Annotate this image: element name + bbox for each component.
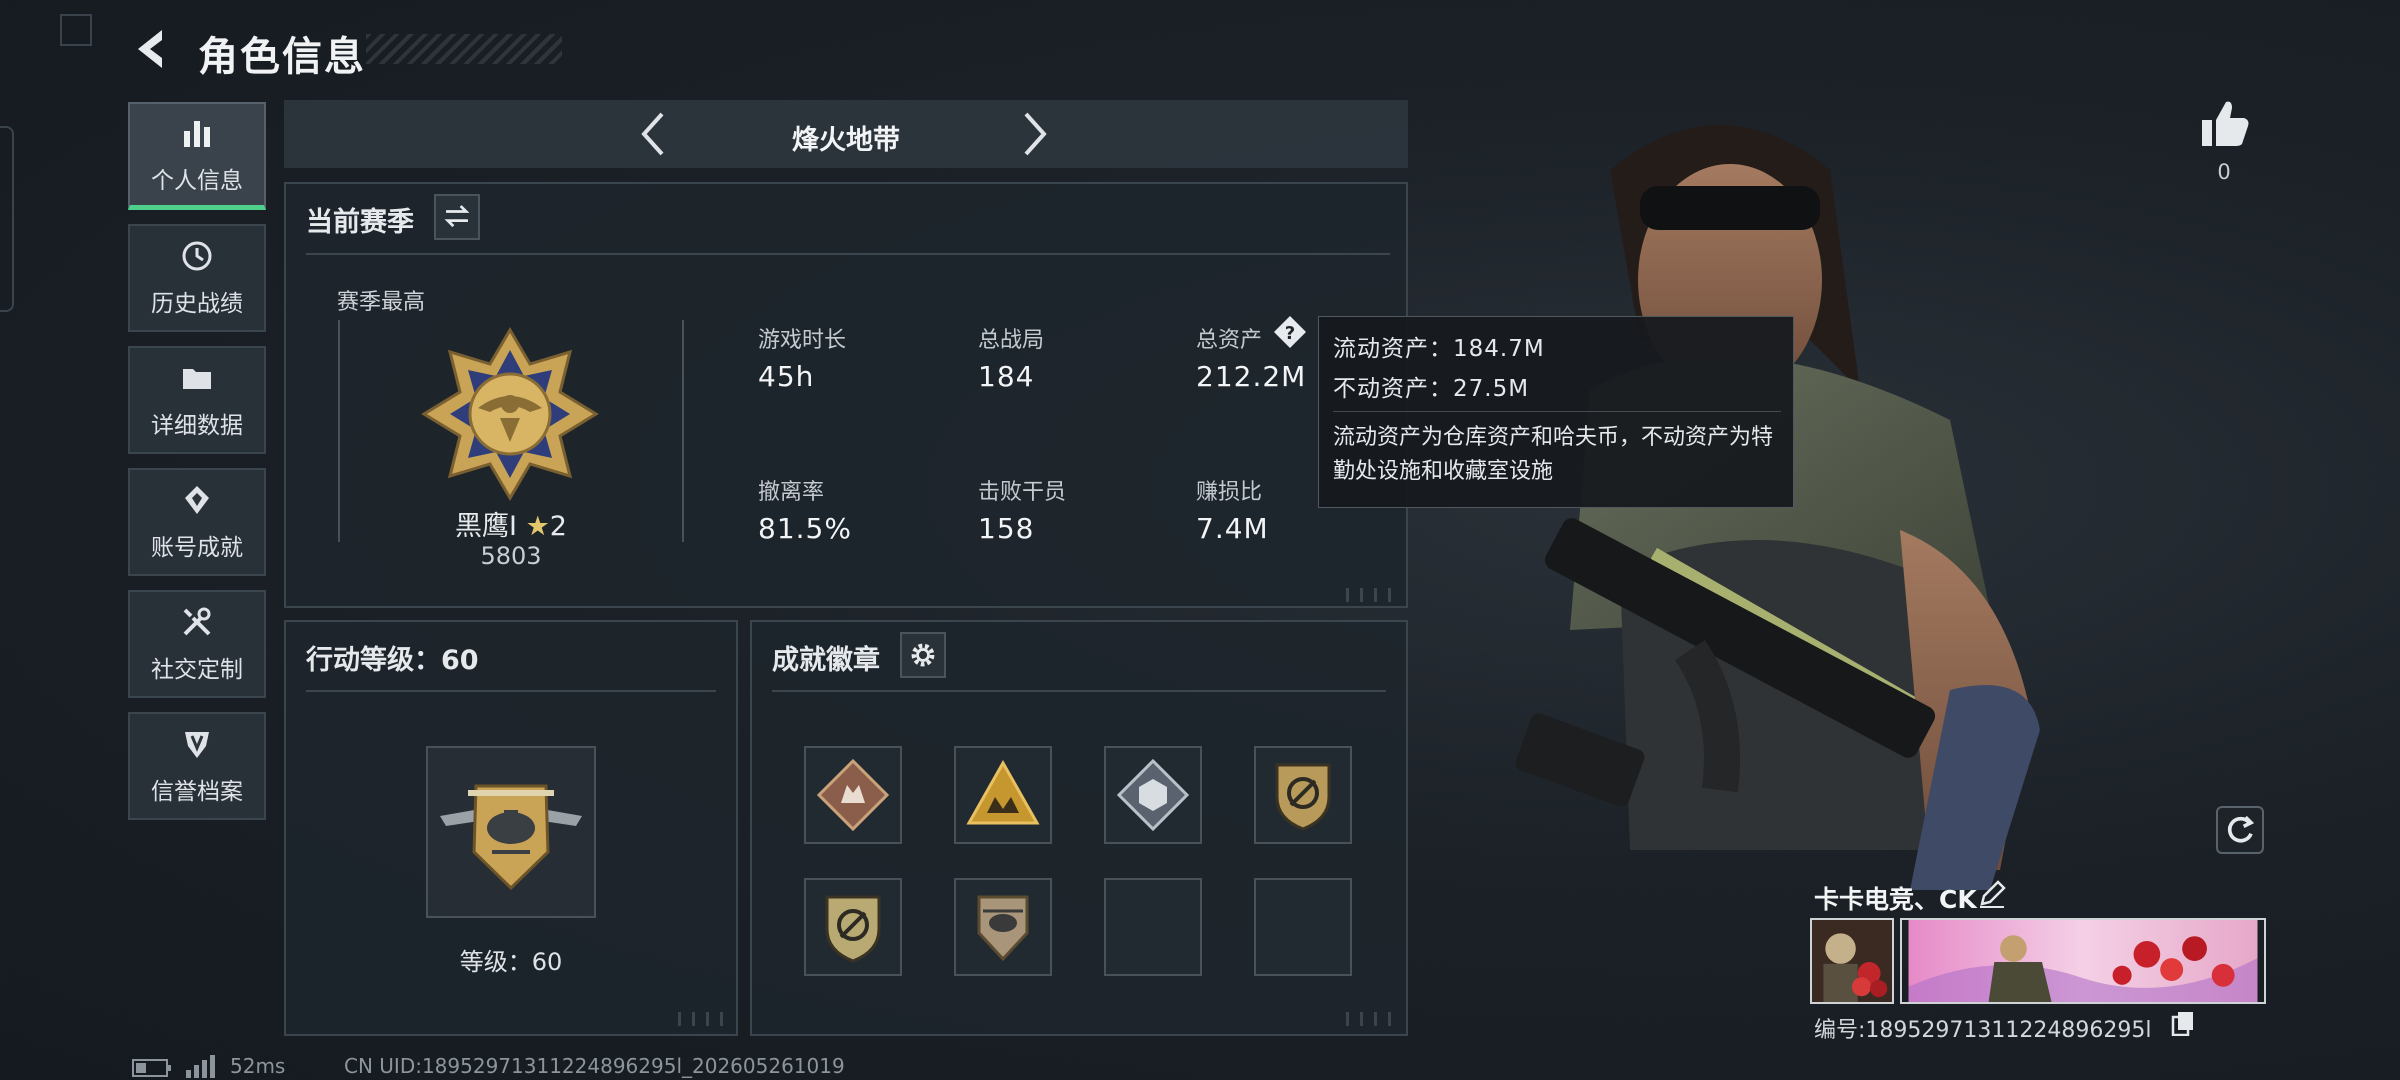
stat-value-total-assets: 212.2M [1196,360,1307,393]
next-mode-button[interactable] [1008,108,1058,160]
back-arrow-icon [138,30,162,68]
stat-label-profit-ratio: 赚损比 [1196,480,1263,505]
rank-name-row: 黑鹰I ★2 [338,504,684,543]
sidebar-item-label: 信誉档案 [151,779,243,805]
shield-slash-badge-icon [825,895,881,963]
sidebar-item-label: 历史战绩 [151,291,243,317]
stat-label-extract-rate: 撤离率 [758,480,825,505]
uid-text: CN UID:18952971311224896295l_20260526101… [344,1054,845,1078]
sidebar-item-achievements[interactable]: 账号成就 [128,468,266,576]
season-title: 当前赛季 [306,207,414,238]
sidebar-item-history[interactable]: 历史战绩 [128,224,266,332]
achievement-settings-button[interactable] [900,632,946,678]
tooltip-description: 流动资产为仓库资产和哈夫币，不动资产为特勤处设施和收藏室设施 [1333,425,1774,484]
refresh-button[interactable] [2216,806,2264,854]
back-button[interactable] [128,24,178,74]
assets-tooltip: 流动资产：184.7M 不动资产：27.5M 流动资产为仓库资产和哈夫币，不动资… [1318,316,1794,508]
mode-name: 烽火地带 [792,125,900,156]
shield-slash-badge-icon [1275,763,1331,831]
tooltip-liquid-assets: 流动资产：184.7M [1333,336,1545,362]
sidebar-item-label: 社交定制 [151,657,243,683]
stat-label-total-matches: 总战局 [978,328,1045,353]
sidebar-item-social-custom[interactable]: 社交定制 [128,590,266,698]
achievement-slot[interactable] [954,746,1052,844]
like-button[interactable] [2196,96,2252,152]
medal-icon [185,486,209,514]
sidebar-item-label: 详细数据 [151,413,243,439]
achievement-slot-empty[interactable] [1254,878,1352,976]
profile-banner[interactable] [1900,918,2266,1004]
bar-chart-icon [184,120,210,147]
sidebar-item-reputation[interactable]: 信誉档案 [128,712,266,820]
rank-name: 黑鹰I [455,511,517,542]
achievement-slot[interactable] [1254,746,1352,844]
stat-value-extract-rate: 81.5% [758,512,852,545]
player-name: 卡卡电竞、CK [1814,885,1977,914]
player-id: 编号:18952971311224896295l [1814,1018,2152,1043]
corner-decoration [678,1012,730,1026]
achievement-slot[interactable] [804,878,902,976]
page-title: 角色信息 [198,34,366,80]
mode-selector: 烽火地带 [284,100,1408,168]
achievement-slot[interactable] [804,746,902,844]
folder-icon [183,369,211,389]
history-icon [182,241,212,271]
svg-text:?: ? [1285,323,1295,344]
copy-icon[interactable] [2170,1010,2196,1037]
achievement-slot[interactable] [1104,746,1202,844]
rank-emblem-icon [420,324,600,504]
sidebar-item-label: 个人信息 [151,167,243,194]
sidebar-item-detailed-data[interactable]: 详细数据 [128,346,266,454]
window-corner-marker [60,14,92,46]
cube-diamond-badge-icon [1116,758,1190,832]
swap-icon [444,205,470,228]
stat-label-total-assets: 总资产 [1196,328,1263,353]
star-icon: ★ [525,511,550,542]
stat-value-kills: 158 [978,512,1035,545]
battery-icon [132,1058,172,1078]
level-label: 等级：60 [459,948,563,976]
stat-value-profit-ratio: 7.4M [1196,512,1269,545]
ping-readout: 52ms [230,1054,286,1078]
achievement-title: 成就徽章 [772,645,880,676]
sidebar-item-label: 账号成就 [151,535,243,561]
thumbs-up-icon [2202,101,2249,146]
triangle-emblem-badge-icon [966,759,1040,825]
divider [772,690,1386,692]
tooltip-fixed-assets: 不动资产：27.5M [1333,376,1530,402]
divider [306,690,716,692]
help-icon[interactable]: ? [1272,314,1308,350]
season-best-label: 赛季最高 [337,290,426,315]
stat-label-play-time: 游戏时长 [758,328,847,353]
title-decoration [366,34,562,64]
achievement-slot-empty[interactable] [1104,878,1202,976]
wolf-diamond-badge-icon [816,758,890,832]
achievement-slot[interactable] [954,878,1052,976]
divider [306,253,1390,255]
tooltip-divider [1333,411,1781,412]
edge-handle[interactable] [0,126,14,312]
stat-value-total-matches: 184 [978,360,1035,393]
swap-season-button[interactable] [434,194,480,240]
shield-badge-icon [185,732,209,758]
like-count: 0 [2217,160,2231,184]
helicopter-level-badge-icon [436,756,586,906]
level-title: 行动等级：60 [306,645,479,676]
rank-stars: 2 [549,511,567,542]
chevron-right-icon [1024,112,1047,156]
gear-icon [911,643,935,667]
edit-name-icon[interactable] [1978,880,2006,908]
sidebar-item-personal-info[interactable]: 个人信息 [128,102,266,210]
signal-icon [184,1054,218,1078]
avatar[interactable] [1810,918,1894,1004]
refresh-icon [2227,815,2255,843]
rank-score: 5803 [480,542,542,570]
stat-value-play-time: 45h [758,360,815,393]
helicopter-badge-icon [977,895,1029,962]
tools-icon [183,607,211,636]
stat-label-kills: 击败干员 [978,480,1067,505]
